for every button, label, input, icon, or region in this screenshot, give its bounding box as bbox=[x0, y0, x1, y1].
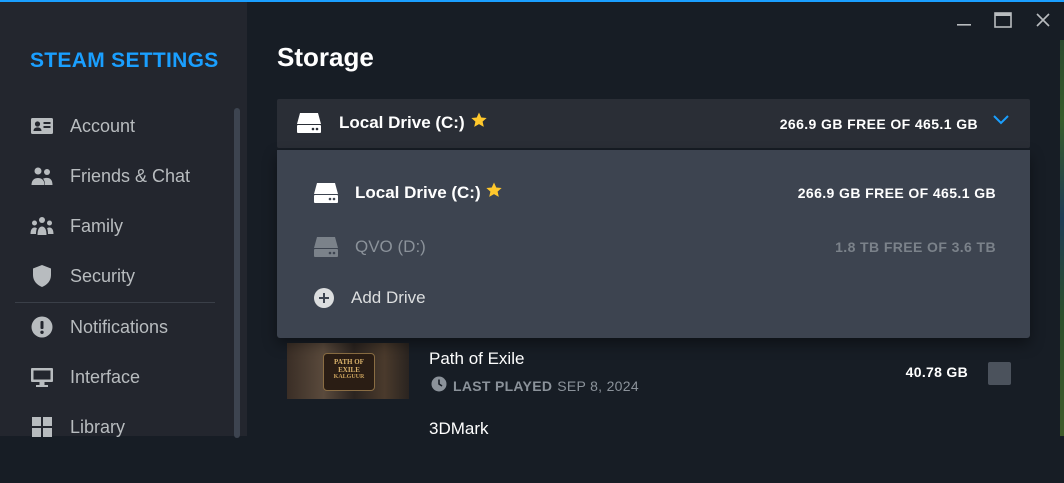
sidebar-scrollbar[interactable] bbox=[234, 108, 240, 438]
maximize-button[interactable] bbox=[990, 9, 1016, 35]
clock-icon bbox=[431, 376, 447, 395]
game-logo-image: PATH OF EXILE KALGUUR bbox=[323, 353, 375, 391]
alert-icon bbox=[30, 315, 54, 339]
sidebar-item-family[interactable]: Family bbox=[30, 206, 220, 246]
chevron-down-icon bbox=[992, 113, 1010, 132]
plus-circle-icon bbox=[313, 287, 335, 314]
selected-drive-name: Local Drive (C:) bbox=[339, 113, 465, 132]
sidebar-item-label: Interface bbox=[70, 366, 141, 387]
drive-option-space: 266.9 GB FREE OF 465.1 GB bbox=[797, 185, 996, 201]
sidebar-item-security[interactable]: Security bbox=[30, 256, 220, 296]
sidebar-item-account[interactable]: Account bbox=[30, 106, 220, 146]
sidebar-item-library[interactable]: Library bbox=[30, 407, 220, 447]
game-title: Path of Exile bbox=[429, 349, 525, 368]
page-title: Storage bbox=[277, 42, 374, 72]
drive-option-name: QVO (D:) bbox=[355, 237, 426, 256]
sidebar-item-interface[interactable]: Interface bbox=[30, 357, 220, 397]
drive-option-qvo-d[interactable]: QVO (D:) 1.8 TB FREE OF 3.6 TB bbox=[277, 227, 1030, 267]
sidebar-title: STEAM SETTINGS bbox=[30, 49, 219, 72]
drive-select-dropdown[interactable]: Local Drive (C:) 266.9 GB FREE OF 465.1 … bbox=[277, 99, 1030, 148]
last-played-label: LAST PLAYED bbox=[453, 377, 553, 394]
sidebar-item-label: Library bbox=[70, 416, 126, 437]
settings-sidebar: STEAM SETTINGS Account Friends & Chat Fa… bbox=[0, 2, 247, 438]
sidebar-item-label: Account bbox=[70, 115, 136, 136]
game-title: 3DMark bbox=[429, 419, 489, 438]
shield-icon bbox=[30, 264, 54, 288]
background-window-edge bbox=[1060, 40, 1064, 436]
game-row-path-of-exile[interactable]: PATH OF EXILE KALGUUR Path of Exile LAST… bbox=[277, 343, 1030, 413]
add-drive-label: Add Drive bbox=[351, 288, 426, 307]
sidebar-item-friends-chat[interactable]: Friends & Chat bbox=[30, 156, 220, 196]
close-icon bbox=[1035, 12, 1051, 33]
hard-drive-icon bbox=[313, 182, 339, 209]
default-star-icon bbox=[470, 111, 488, 134]
sidebar-item-label: Notifications bbox=[70, 316, 169, 337]
drive-dropdown-menu: Local Drive (C:) 266.9 GB FREE OF 465.1 … bbox=[277, 150, 1030, 338]
library-grid-icon bbox=[30, 415, 54, 439]
family-icon bbox=[30, 214, 54, 238]
selected-drive-space: 266.9 GB FREE OF 465.1 GB bbox=[779, 116, 978, 132]
sidebar-item-label: Security bbox=[70, 265, 136, 286]
add-drive-button[interactable]: Add Drive bbox=[277, 278, 1030, 318]
game-select-checkbox[interactable] bbox=[988, 362, 1011, 385]
account-card-icon bbox=[30, 114, 54, 138]
sidebar-item-label: Friends & Chat bbox=[70, 165, 191, 186]
drive-option-local-c[interactable]: Local Drive (C:) 266.9 GB FREE OF 465.1 … bbox=[277, 173, 1030, 213]
minimize-icon bbox=[956, 12, 972, 33]
last-played-date: SEP 8, 2024 bbox=[557, 377, 639, 394]
game-last-played: LAST PLAYED SEP 8, 2024 bbox=[431, 376, 639, 395]
hard-drive-icon bbox=[296, 112, 322, 139]
sidebar-item-label: Family bbox=[70, 215, 123, 236]
maximize-icon bbox=[994, 11, 1012, 33]
sidebar-item-notifications[interactable]: Notifications bbox=[30, 307, 220, 347]
game-thumbnail: PATH OF EXILE KALGUUR bbox=[287, 343, 409, 399]
drive-option-name: Local Drive (C:) bbox=[355, 183, 481, 202]
close-button[interactable] bbox=[1030, 9, 1056, 35]
monitor-icon bbox=[30, 365, 54, 389]
friends-icon bbox=[30, 164, 54, 188]
drive-option-space: 1.8 TB FREE OF 3.6 TB bbox=[835, 239, 996, 255]
sidebar-divider bbox=[15, 302, 215, 303]
game-size: 40.78 GB bbox=[905, 364, 968, 380]
default-star-icon bbox=[485, 181, 503, 204]
game-row-3dmark[interactable]: 3DMark bbox=[277, 413, 1030, 483]
minimize-button[interactable] bbox=[951, 9, 977, 35]
hard-drive-icon bbox=[313, 236, 339, 263]
